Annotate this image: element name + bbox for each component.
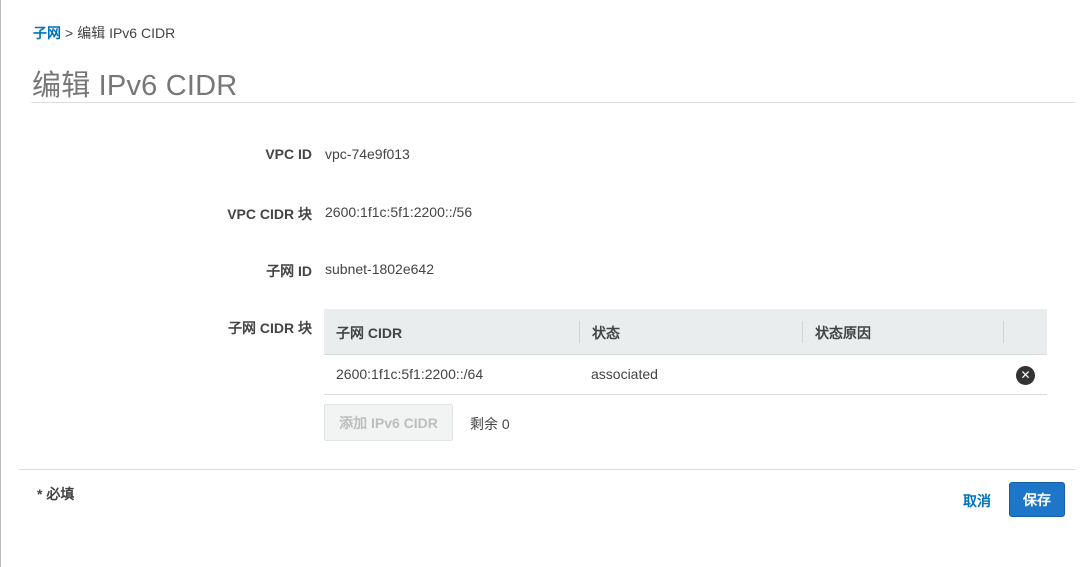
column-divider	[1003, 321, 1004, 343]
breadcrumb: 子网 > 编辑 IPv6 CIDR	[33, 23, 175, 43]
page-title: 编辑 IPv6 CIDR	[32, 70, 238, 102]
column-divider	[802, 321, 803, 343]
close-circle-icon[interactable]: ✕	[1016, 366, 1035, 385]
required-note: * 必填	[37, 486, 75, 502]
title-divider	[31, 102, 1075, 103]
status-cell: associated	[591, 366, 658, 382]
table-header: 子网 CIDR 状态 状态原因	[324, 309, 1047, 355]
column-divider	[579, 321, 580, 343]
column-header-status: 状态	[592, 325, 620, 341]
vpc-id-label: VPC ID	[265, 146, 312, 162]
save-button[interactable]: 保存	[1009, 482, 1065, 517]
cancel-button[interactable]: 取消	[963, 491, 991, 511]
column-header-reason: 状态原因	[815, 325, 871, 341]
vpc-cidr-value: 2600:1f1c:5f1:2200::/56	[325, 204, 473, 220]
table-row: 2600:1f1c:5f1:2200::/64 associated ✕	[324, 355, 1047, 395]
column-header-cidr: 子网 CIDR	[336, 325, 403, 341]
footer-divider	[19, 469, 1075, 470]
subnet-id-label: 子网 ID	[266, 263, 312, 279]
vpc-id-value: vpc-74e9f013	[325, 146, 410, 162]
subnet-id-value: subnet-1802e642	[325, 261, 434, 277]
add-ipv6-cidr-button[interactable]: 添加 IPv6 CIDR	[324, 404, 453, 441]
remaining-count: 剩余 0	[470, 416, 510, 432]
breadcrumb-subnets-link[interactable]: 子网	[33, 25, 61, 41]
breadcrumb-separator: >	[65, 25, 74, 41]
subnet-cidr-table: 子网 CIDR 状态 状态原因 2600:1f1c:5f1:2200::/64 …	[324, 309, 1047, 395]
cidr-cell: 2600:1f1c:5f1:2200::/64	[336, 366, 484, 382]
subnet-cidr-label: 子网 CIDR 块	[228, 320, 312, 336]
breadcrumb-current: 编辑 IPv6 CIDR	[77, 25, 176, 41]
vpc-cidr-label: VPC CIDR 块	[227, 206, 312, 222]
